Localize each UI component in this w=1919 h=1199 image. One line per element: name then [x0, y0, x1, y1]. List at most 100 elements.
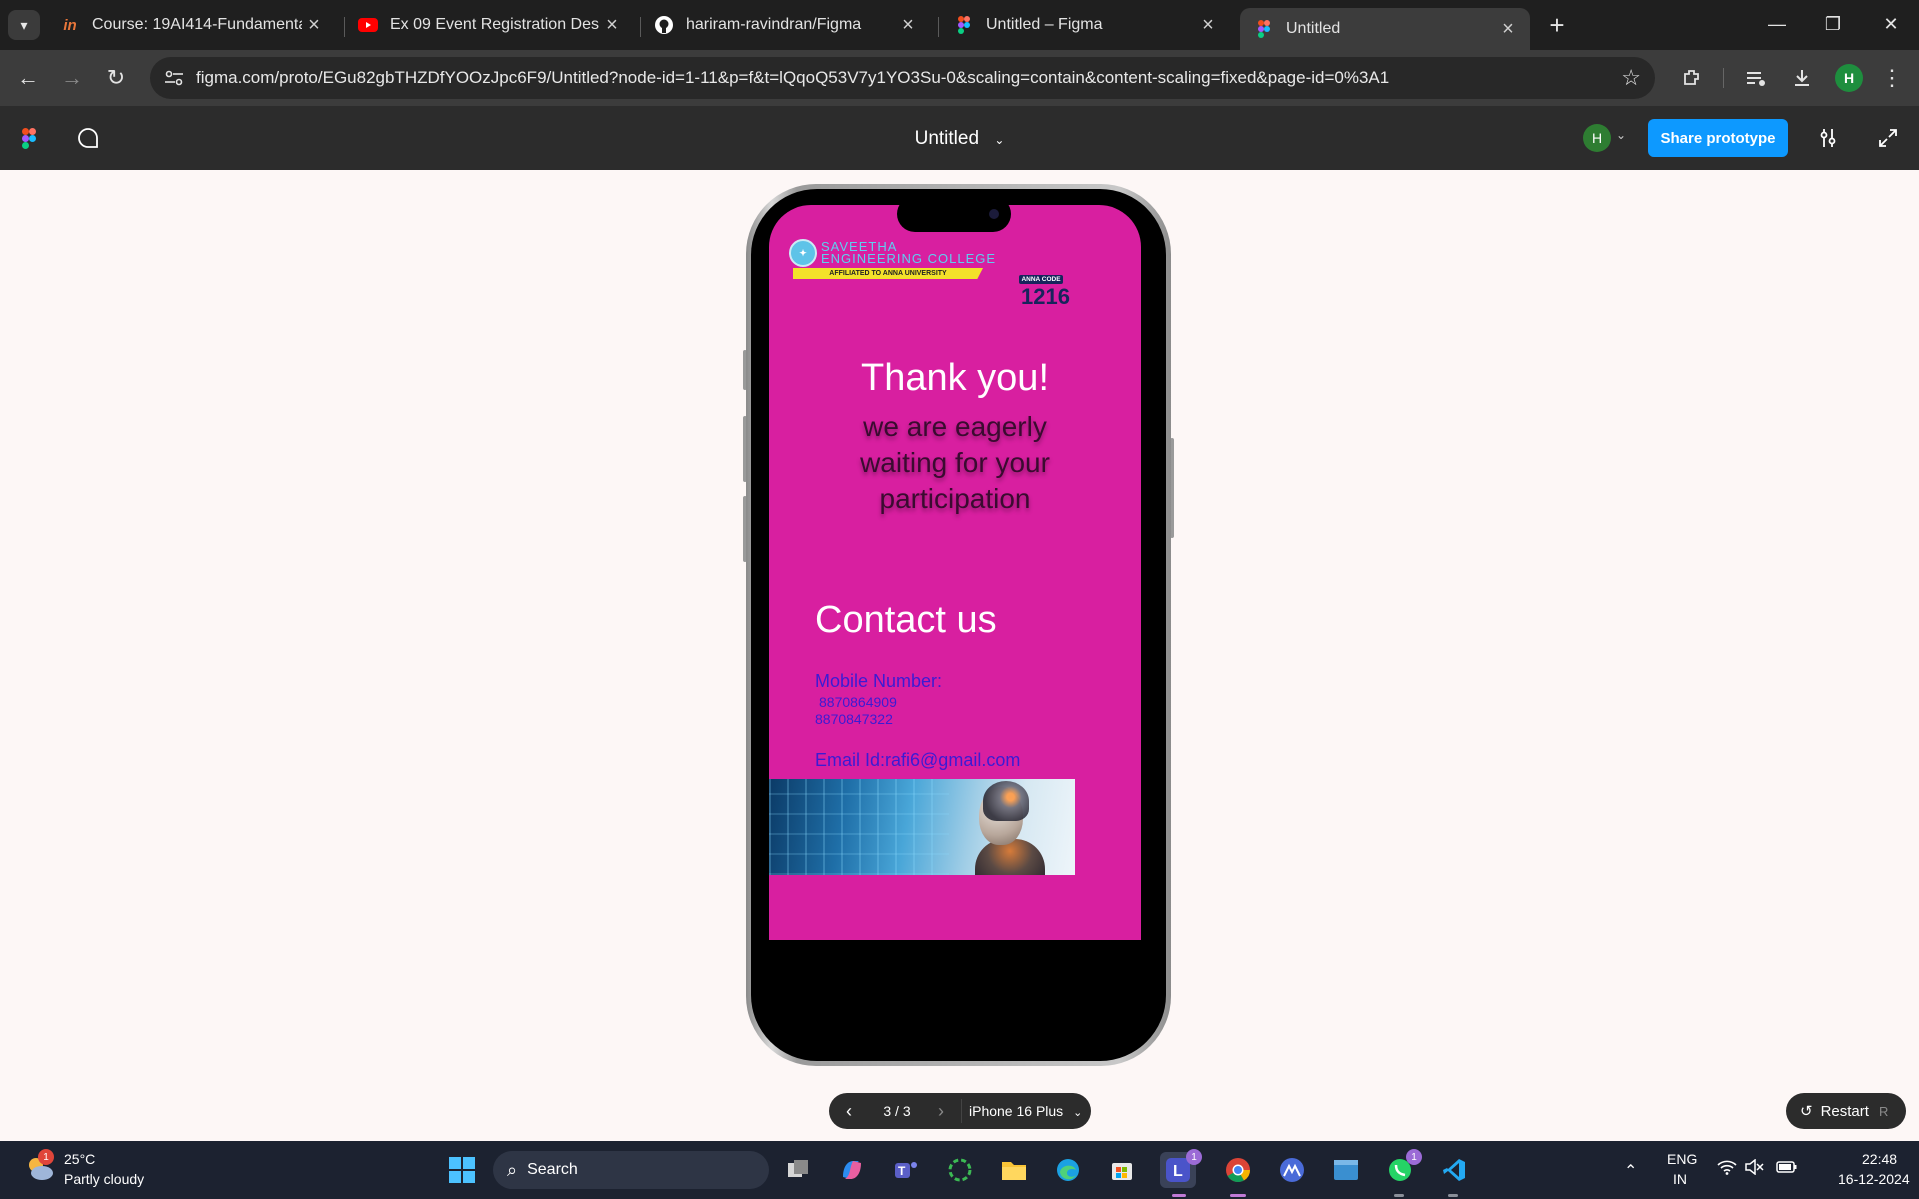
language-indicator[interactable]: ENG	[1667, 1151, 1697, 1167]
tab-github[interactable]: hariram-ravindran/Figma ×	[640, 8, 930, 42]
toolbar-divider	[1723, 68, 1724, 88]
chevron-left-icon[interactable]: ‹	[837, 1099, 861, 1123]
in-icon: in	[63, 16, 77, 34]
kebab-menu-icon[interactable]: ⋮	[1876, 62, 1908, 94]
teams-icon[interactable]: T	[888, 1152, 924, 1188]
notification-badge: 1	[1406, 1149, 1422, 1165]
reload-icon[interactable]: ↻	[100, 62, 132, 94]
file-explorer-icon[interactable]	[996, 1152, 1032, 1188]
taskbar-search[interactable]: ⌕ Search	[493, 1151, 769, 1189]
clock-time[interactable]: 22:48	[1862, 1151, 1897, 1167]
iphone-frame: ✦ SAVEETHA ENGINEERING COLLEGE AFFILIATE…	[746, 184, 1171, 1066]
windows-taskbar: 1 25°C Partly cloudy ⌕ Search T L 1 1 ⌃ …	[0, 1141, 1919, 1199]
back-arrow-icon[interactable]: ←	[12, 62, 44, 94]
windows-start-icon[interactable]	[444, 1152, 480, 1188]
mobile-number: 8870847322	[815, 711, 893, 727]
device-selector[interactable]: iPhone 16 Plus ⌄	[969, 1103, 1082, 1119]
user-avatar[interactable]: H	[1583, 124, 1611, 152]
copilot-icon[interactable]	[834, 1152, 870, 1188]
battery-icon[interactable]	[1776, 1159, 1798, 1180]
chrome-icon[interactable]	[1220, 1152, 1256, 1188]
extensions-icon[interactable]	[1676, 62, 1708, 94]
dynamic-island	[897, 196, 1011, 232]
new-tab-button[interactable]: +	[1542, 10, 1572, 40]
chevron-up-icon[interactable]: ⌃	[1624, 1161, 1637, 1181]
tab-title: hariram-ravindran/Figma	[686, 16, 862, 33]
url-text[interactable]: figma.com/proto/EGu82gbTHZDfYOOzJpc6F9/U…	[196, 68, 1389, 88]
running-indicator	[1394, 1194, 1404, 1197]
profile-avatar[interactable]: H	[1835, 64, 1863, 92]
restart-button[interactable]: ↺ Restart R	[1786, 1093, 1906, 1129]
tab-figma-editor[interactable]: Untitled – Figma ×	[940, 8, 1230, 42]
divider	[961, 1099, 962, 1123]
address-bar[interactable]: figma.com/proto/EGu82gbTHZDfYOOzJpc6F9/U…	[150, 57, 1655, 99]
thank-you-heading: Thank you!	[861, 357, 1049, 399]
figma-toolbar: Untitled ⌄ H ⌄ Share prototype	[0, 106, 1919, 170]
chevron-down-icon[interactable]: ⌄	[1616, 128, 1626, 142]
github-icon	[654, 15, 674, 35]
close-icon[interactable]: ×	[1196, 13, 1220, 37]
volume-muted-icon[interactable]	[1744, 1158, 1764, 1180]
file-title-container: Untitled ⌄	[0, 128, 1919, 150]
tab-course[interactable]: in Course: 19AI414-Fundamentals ×	[46, 8, 336, 42]
media-app-icon[interactable]	[1328, 1152, 1364, 1188]
restore-icon[interactable]: ❐	[1810, 8, 1856, 40]
phone-bezel: ✦ SAVEETHA ENGINEERING COLLEGE AFFILIATE…	[751, 189, 1166, 1061]
search-icon: ⌕	[507, 1159, 518, 1180]
chevron-right-icon[interactable]: ›	[929, 1099, 953, 1123]
svg-text:T: T	[898, 1164, 906, 1178]
file-title[interactable]: Untitled	[915, 128, 979, 149]
close-icon[interactable]: ×	[896, 13, 920, 37]
site-settings-icon[interactable]	[162, 66, 186, 90]
comment-icon[interactable]	[76, 126, 100, 155]
figma-icon	[1254, 19, 1274, 39]
fullscreen-icon[interactable]	[1876, 126, 1900, 155]
media-controls-icon[interactable]	[1740, 62, 1772, 94]
wifi-icon[interactable]	[1717, 1159, 1737, 1180]
store-icon[interactable]	[1104, 1152, 1140, 1188]
running-indicator	[1448, 1194, 1458, 1197]
close-icon[interactable]: ×	[600, 13, 624, 37]
download-icon[interactable]	[1786, 62, 1818, 94]
close-icon[interactable]: ×	[1496, 17, 1520, 41]
bookmark-star-icon[interactable]: ☆	[1621, 65, 1641, 91]
task-view-icon[interactable]	[780, 1152, 816, 1188]
prototype-canvas: ✦ SAVEETHA ENGINEERING COLLEGE AFFILIATE…	[0, 170, 1919, 1141]
chevron-down-icon: ⌄	[1073, 1107, 1083, 1119]
active-indicator	[1230, 1194, 1246, 1197]
page-counter: 3 / 3	[883, 1103, 911, 1119]
region-indicator[interactable]: IN	[1673, 1171, 1687, 1187]
weather-temperature[interactable]: 25°C	[64, 1151, 95, 1167]
weather-description[interactable]: Partly cloudy	[64, 1171, 144, 1187]
window-close-icon[interactable]: ✕	[1868, 8, 1914, 40]
waiting-message: we are eagerly waiting for your particip…	[860, 411, 1050, 514]
share-prototype-button[interactable]: Share prototype	[1648, 119, 1788, 157]
ai-image-grid	[769, 779, 949, 875]
tab-youtube[interactable]: Ex 09 Event Registration Design ×	[344, 8, 634, 42]
tab-figma-prototype[interactable]: Untitled ×	[1240, 8, 1530, 50]
settings-sliders-icon[interactable]	[1816, 126, 1840, 155]
prototype-screen[interactable]: ✦ SAVEETHA ENGINEERING COLLEGE AFFILIATE…	[769, 205, 1141, 940]
close-icon[interactable]: ×	[302, 13, 326, 37]
clock-date[interactable]: 16-12-2024	[1838, 1171, 1910, 1187]
refresh-app-icon[interactable]	[942, 1152, 978, 1188]
restart-shortcut: R	[1878, 1103, 1889, 1119]
prototype-navigation: ‹ 3 / 3 › iPhone 16 Plus ⌄	[829, 1093, 1091, 1129]
ai-image-body	[975, 839, 1045, 875]
camera-icon	[989, 209, 999, 219]
ai-image-helmet	[983, 781, 1029, 821]
email-text: Email Id:rafi6@gmail.com	[815, 750, 1021, 770]
minimize-icon[interactable]: —	[1754, 8, 1800, 40]
tab-title: Course: 19AI414-Fundamentals	[92, 16, 302, 33]
tab-title: Untitled	[1286, 20, 1341, 37]
tab-search-button[interactable]: ▾	[8, 10, 40, 40]
vscode-icon[interactable]	[1436, 1152, 1472, 1188]
figma-logo-icon[interactable]	[22, 128, 36, 154]
search-label: Search	[527, 1161, 578, 1178]
chevron-down-icon[interactable]: ⌄	[994, 133, 1004, 147]
edge-icon[interactable]	[1050, 1152, 1086, 1188]
mountain-app-icon[interactable]	[1274, 1152, 1310, 1188]
device-name: iPhone 16 Plus	[969, 1103, 1064, 1119]
forward-arrow-icon[interactable]: →	[56, 62, 88, 94]
figma-icon	[954, 15, 974, 35]
